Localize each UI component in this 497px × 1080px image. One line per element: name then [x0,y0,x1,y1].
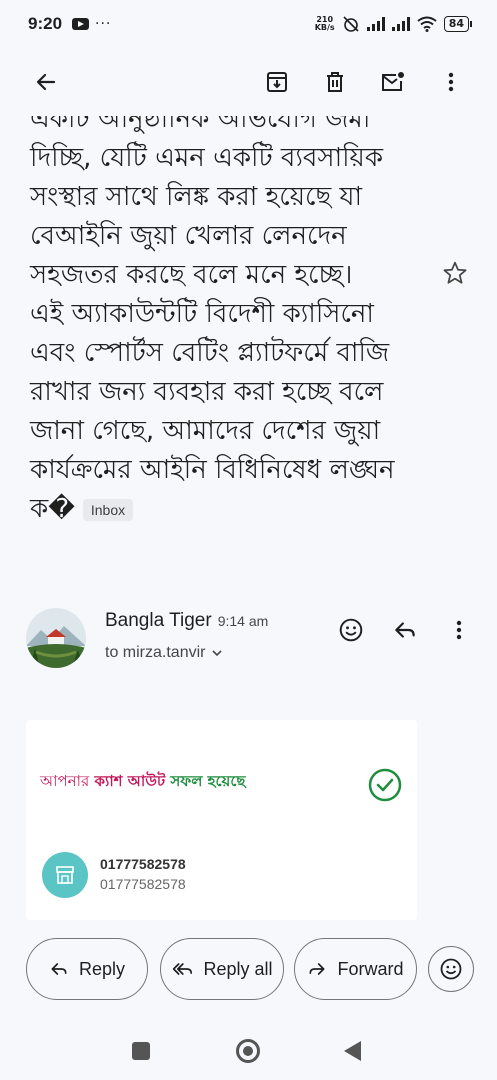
sender-row[interactable]: Bangla Tiger 9:14 am to mirza.tanvir [0,602,497,682]
emoji-icon [440,958,462,980]
avatar[interactable] [26,608,86,668]
emoji-reaction-button[interactable] [428,946,474,992]
home-button[interactable] [236,1039,260,1063]
youtube-notification-icon [72,18,90,30]
back-arrow-icon [36,73,56,91]
reply-icon [51,963,67,975]
more-options-button[interactable] [427,58,475,106]
sender-avatar-image [26,608,86,668]
system-back-button[interactable] [344,1041,361,1061]
subject-line: ক� [30,494,75,524]
forward-label: Forward [337,958,404,979]
signal-sim2-icon [391,17,410,31]
mark-unread-icon [382,72,404,91]
system-nav-bar [0,1022,497,1080]
merchant-number-secondary: 01777582578 [100,876,186,892]
mark-unread-button[interactable] [369,58,417,106]
battery-indicator: 84 [443,16,473,32]
sent-time: 9:14 am [217,613,269,629]
subject-line: সংস্থার সাথে লিঙ্ক করা হয়েছে যা [30,182,362,212]
forward-icon [309,963,325,975]
subject-line: সহজতর করছে বলে মনে হচ্ছে। [30,260,353,290]
email-body-card: আপনার ক্যাশ আউট সফল হয়েছে 01777582578 0… [26,720,417,920]
more-vert-icon [448,72,454,92]
subject-line: একটি আনুষ্ঠানিক অভিযোগ জমা [30,116,371,134]
more-notifications-icon: ··· [95,16,112,32]
subject-line: এবং স্পোর্টস বেটিং প্ল্যাটফর্মে বাজি [30,338,390,368]
status-time: 9:20 [28,14,63,33]
emoji-icon [339,618,363,642]
merchant-number-primary: 01777582578 [100,856,186,872]
quick-reply-button[interactable] [381,606,429,654]
check-circle-icon [368,768,402,802]
status-bar: 9:20 ··· 210 KB/s 84 [0,0,497,48]
subject-line: রাখার জন্য ব্যবহার করা হচ্ছে বলে [30,377,384,407]
subject-last-line: ক� Inbox [30,490,430,529]
star-button[interactable] [442,260,468,290]
subject-line: কার্যক্রমের আইনি বিধিনিষেধ লঙ্ঘন [30,455,395,485]
reply-button[interactable]: Reply [26,938,148,1000]
more-vert-icon [456,620,462,640]
add-reaction-button[interactable] [327,606,375,654]
inbox-label-chip[interactable]: Inbox [82,498,134,521]
archive-icon [267,72,287,92]
recipient-text: to mirza.tanvir [105,644,206,661]
network-speed-unit: KB/s [314,23,335,32]
message-more-button[interactable] [435,606,483,654]
success-check-icon [368,768,402,806]
reply-icon [395,622,415,638]
cash-out-title-part3: সফল হয়েছে [170,772,246,790]
reply-all-button[interactable]: Reply all [160,938,284,1000]
reply-label: Reply [78,958,126,979]
email-subject: একটি আনুষ্ঠানিক অভিযোগ জমা দিচ্ছি, যেটি … [30,116,430,529]
store-icon [56,866,74,884]
app-bar [0,48,497,116]
sender-name: Bangla Tiger [105,610,212,631]
cash-out-message: আপনার ক্যাশ আউট সফল হয়েছে [40,770,246,795]
cash-out-title-part1: আপনার [40,772,90,790]
archive-button[interactable] [253,58,301,106]
subject-line: এই অ্যাকাউন্টটি বিদেশী ক্যাসিনো [30,299,374,329]
chevron-down-icon [212,650,223,657]
delete-button[interactable] [311,58,359,106]
alarm-off-icon [343,16,359,32]
merchant-store-icon [42,852,88,898]
back-button[interactable] [22,58,70,106]
subject-line: জানা গেছে, আমাদের দেশের জুয়া [30,416,381,446]
reply-all-icon [173,963,193,975]
signal-sim1-icon [366,17,385,31]
delete-icon [327,72,343,92]
sender-actions [327,606,483,654]
subject-line: বেআইনি জুয়া খেলার লেনদেন [30,221,347,251]
bottom-actions: Reply Reply all Forward [0,938,497,1002]
recipient-details-toggle[interactable]: to mirza.tanvir [105,644,223,662]
sender-name-row: Bangla Tiger 9:14 am [105,610,268,632]
recents-button[interactable] [132,1042,150,1060]
cash-out-title-part2: ক্যাশ আউট [94,772,166,790]
network-speed: 210 KB/s [315,16,335,32]
reply-all-label: Reply all [203,958,273,979]
forward-button[interactable]: Forward [294,938,417,1000]
subject-line: দিচ্ছি, যেটি এমন একটি ব্যবসায়িক [30,143,384,173]
wifi-icon [417,16,437,32]
star-icon [443,261,467,284]
